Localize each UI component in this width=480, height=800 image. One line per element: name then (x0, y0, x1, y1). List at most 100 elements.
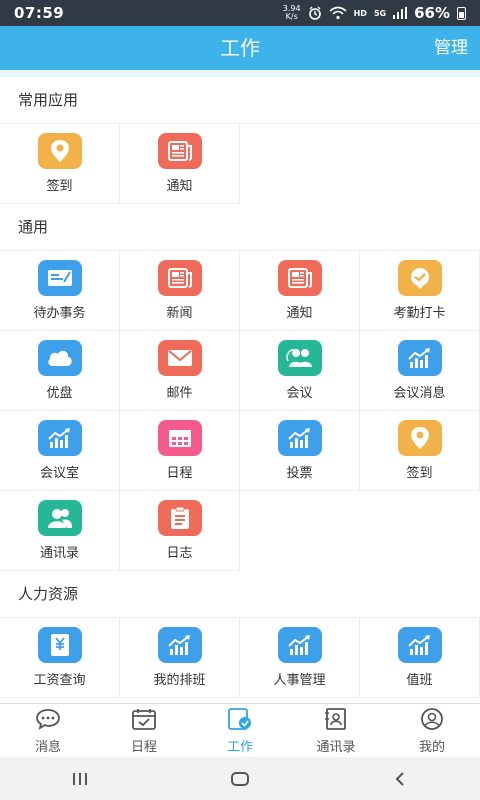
alarm-icon (308, 6, 321, 20)
calendar-check-icon (131, 708, 157, 736)
tab-label: 工作 (226, 739, 253, 755)
app-tile[interactable]: 考勤打卡 (360, 251, 480, 331)
app-tile-label: 优盘 (46, 386, 73, 401)
recents-icon (73, 772, 87, 785)
recents-button[interactable] (50, 764, 110, 794)
signal-icon (393, 7, 408, 19)
app-tile[interactable]: 日程 (120, 411, 240, 491)
app-tile-label: 日志 (166, 546, 193, 561)
app-tile[interactable]: 通讯录 (0, 491, 120, 571)
chart-icon (397, 627, 442, 663)
location-pin-icon (397, 420, 442, 456)
manage-button[interactable]: 管理 (434, 26, 468, 70)
app-tile[interactable]: 通知 (120, 124, 240, 204)
net-speed-unit: K/s (285, 12, 298, 21)
signal-type: 5G (373, 8, 387, 18)
tab-item[interactable]: 我的 (384, 704, 480, 758)
app-tile[interactable]: 通知 (240, 251, 360, 331)
work-content[interactable]: 常用应用 签到 通知 通用 待办事务 新闻 通知 考勤打卡 优盘 邮件 会议 会议消息 会议室 日程 投票签… (0, 77, 480, 703)
mail-icon (157, 340, 202, 376)
battery-icon (457, 6, 466, 20)
page-title: 工作 (220, 36, 260, 60)
app-tile[interactable]: 待办事务 (0, 251, 120, 331)
app-tile[interactable]: 投票 (240, 411, 360, 491)
app-tile-label: 会议 (286, 386, 313, 401)
user-icon (419, 707, 445, 736)
app-tile-label: 待办事务 (33, 306, 86, 321)
check-badge-icon (397, 260, 442, 296)
home-button[interactable] (210, 764, 270, 794)
back-button[interactable] (370, 764, 430, 794)
cloud-icon (37, 340, 82, 376)
address-book-icon (323, 707, 349, 736)
tab-item[interactable]: 通讯录 (288, 704, 384, 758)
app-tile-label: 人事管理 (273, 673, 326, 688)
calendar-icon (157, 420, 202, 456)
app-tile-label: 会议消息 (393, 386, 446, 401)
chart-icon (37, 420, 82, 456)
app-tile-label: 投票 (286, 466, 313, 481)
location-pin-icon (37, 133, 82, 169)
tab-item[interactable]: 日程 (96, 704, 192, 758)
battery-percent: 66% (414, 4, 450, 22)
status-indicators: 3.94 K/s HD 5G 66% (283, 4, 466, 22)
app-tile-label: 邮件 (166, 386, 193, 401)
home-icon (231, 771, 249, 786)
app-tile[interactable]: 工资查询 (0, 618, 120, 698)
app-tile-label: 值班 (406, 673, 433, 688)
back-icon (395, 771, 404, 786)
app-tile[interactable]: 值班 (360, 618, 480, 698)
app-tile-label: 考勤打卡 (393, 306, 446, 321)
status-bar: 07:59 3.94 K/s HD 5G 66% (0, 0, 480, 26)
chart-icon (397, 340, 442, 376)
wifi-icon (329, 6, 347, 20)
header-divider (0, 70, 480, 77)
chart-icon (277, 420, 322, 456)
section-title: 常用应用 (0, 77, 480, 123)
newspaper-icon (277, 260, 322, 296)
app-tile[interactable]: 日志 (120, 491, 240, 571)
app-tile[interactable]: 会议消息 (360, 331, 480, 411)
tab-label: 通讯录 (316, 739, 356, 755)
app-grid: 待办事务 新闻 通知 考勤打卡优盘 邮件 会议 会议消息会议室 日程 投票 签到通讯录 日志 (0, 250, 480, 571)
app-tile[interactable]: 会议 (240, 331, 360, 411)
app-tile-label: 签到 (46, 179, 73, 194)
newspaper-icon (157, 133, 202, 169)
section-title: 人力资源 (0, 571, 480, 617)
tab-label: 我的 (418, 739, 445, 755)
app-tile[interactable]: 签到 (0, 124, 120, 204)
app-grid: 工资查询 我的排班 人事管理 值班 (0, 617, 480, 698)
chart-icon (157, 627, 202, 663)
app-tile[interactable]: 优盘 (0, 331, 120, 411)
app-tile[interactable]: 人事管理 (240, 618, 360, 698)
newspaper-icon (157, 260, 202, 296)
app-tile-label: 日程 (166, 466, 193, 481)
tab-item[interactable]: 工作 (192, 704, 288, 758)
app-tile-label: 通知 (166, 179, 193, 194)
hd-indicator: HD (353, 8, 367, 18)
app-tile-label: 通讯录 (39, 546, 79, 561)
app-tile-label: 签到 (406, 466, 433, 481)
app-tile-label: 新闻 (166, 306, 193, 321)
chat-icon (35, 708, 61, 736)
app-tile-label: 我的排班 (153, 673, 206, 688)
contacts-icon (37, 500, 82, 536)
app-tile-label: 会议室 (39, 466, 79, 481)
id-card-icon (37, 260, 82, 296)
tab-label: 消息 (34, 739, 61, 755)
tab-label: 日程 (130, 739, 157, 755)
section-title: 通用 (0, 204, 480, 250)
app-tile[interactable]: 会议室 (0, 411, 120, 491)
app-tile[interactable]: 我的排班 (120, 618, 240, 698)
app-tile[interactable]: 新闻 (120, 251, 240, 331)
tab-item[interactable]: 消息 (0, 704, 96, 758)
app-tile-label: 通知 (286, 306, 313, 321)
app-header: 工作 管理 (0, 26, 480, 70)
app-tile-label: 工资查询 (33, 673, 86, 688)
bottom-tab-bar: 消息 日程 工作 通讯录 我的 (0, 703, 480, 758)
group-icon (277, 340, 322, 376)
clipboard-icon (157, 500, 202, 536)
app-tile[interactable]: 签到 (360, 411, 480, 491)
app-tile[interactable]: 邮件 (120, 331, 240, 411)
work-icon (227, 707, 253, 736)
